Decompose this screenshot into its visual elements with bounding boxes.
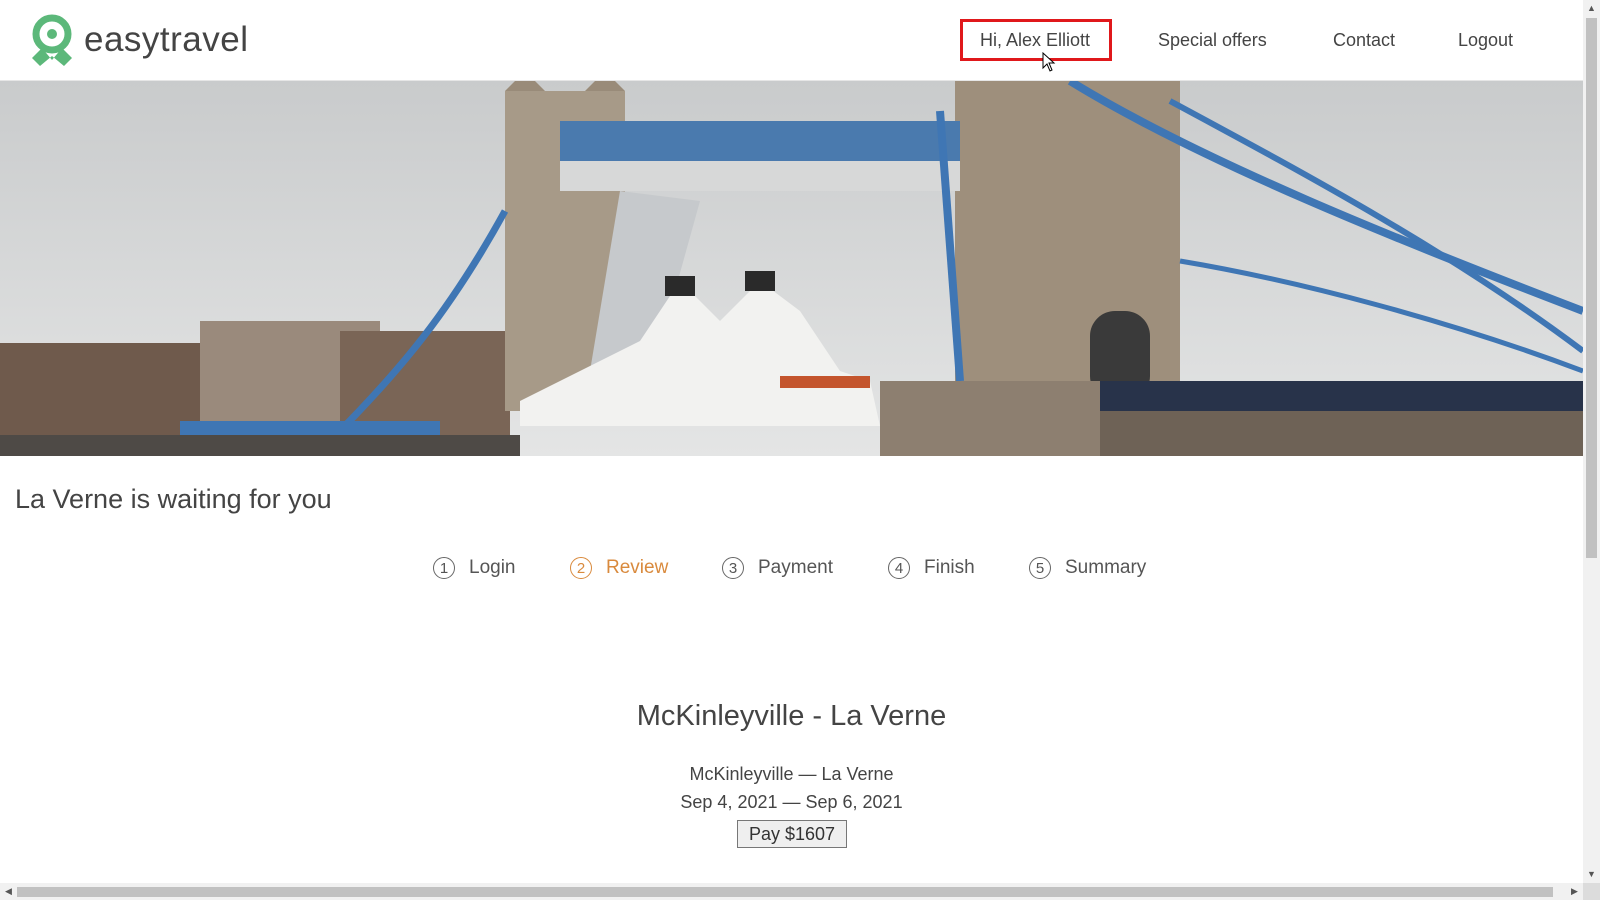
step-number: 1 (433, 557, 455, 579)
step-review[interactable]: 2 Review (570, 557, 668, 579)
nav-logout[interactable]: Logout (1458, 20, 1513, 60)
trip-route: McKinleyville — La Verne (689, 764, 894, 784)
step-number: 2 (570, 557, 592, 579)
scroll-right-arrow-icon[interactable]: ▶ (1566, 883, 1583, 900)
tower-bridge-photo (0, 81, 1583, 456)
scroll-left-arrow-icon[interactable]: ◀ (0, 883, 17, 900)
step-label: Review (606, 557, 669, 578)
greeting-highlight-box (960, 19, 1112, 61)
vertical-scrollbar[interactable]: ▲ ▼ (1583, 0, 1600, 883)
horizontal-scrollbar[interactable]: ◀ ▶ (0, 883, 1583, 900)
scrollbar-corner (1583, 883, 1600, 900)
main-nav: Hi, Alex Elliott Special offers Contact … (0, 20, 1583, 60)
site-header: easytravel Hi, Alex Elliott Special offe… (0, 0, 1583, 81)
scroll-up-arrow-icon[interactable]: ▲ (1583, 0, 1600, 17)
trip-dates: Sep 4, 2021 — Sep 6, 2021 (680, 792, 903, 812)
step-number: 5 (1029, 557, 1051, 579)
step-label: Login (469, 557, 516, 578)
pay-button[interactable]: Pay $1607 (737, 820, 847, 848)
trip-title: McKinleyville - La Verne (636, 700, 947, 732)
nav-contact[interactable]: Contact (1333, 20, 1395, 60)
scroll-down-arrow-icon[interactable]: ▼ (1583, 866, 1600, 883)
step-label: Summary (1065, 557, 1147, 578)
step-label: Payment (758, 557, 833, 578)
step-finish[interactable]: 4 Finish (888, 557, 975, 579)
mouse-cursor-icon (1042, 52, 1056, 72)
step-login[interactable]: 1 Login (433, 557, 516, 579)
hero-image (0, 81, 1583, 456)
step-label: Finish (924, 557, 975, 578)
step-number: 4 (888, 557, 910, 579)
page-headline: La Verne is waiting for you (15, 484, 332, 514)
vertical-scroll-thumb[interactable] (1586, 18, 1597, 558)
step-summary[interactable]: 5 Summary (1029, 557, 1146, 579)
horizontal-scroll-thumb[interactable] (17, 887, 1553, 897)
step-payment[interactable]: 3 Payment (722, 557, 833, 579)
booking-steps: 1 Login 2 Review 3 Payment 4 Finish 5 Su… (0, 557, 1583, 591)
step-number: 3 (722, 557, 744, 579)
nav-special-offers[interactable]: Special offers (1158, 20, 1267, 60)
